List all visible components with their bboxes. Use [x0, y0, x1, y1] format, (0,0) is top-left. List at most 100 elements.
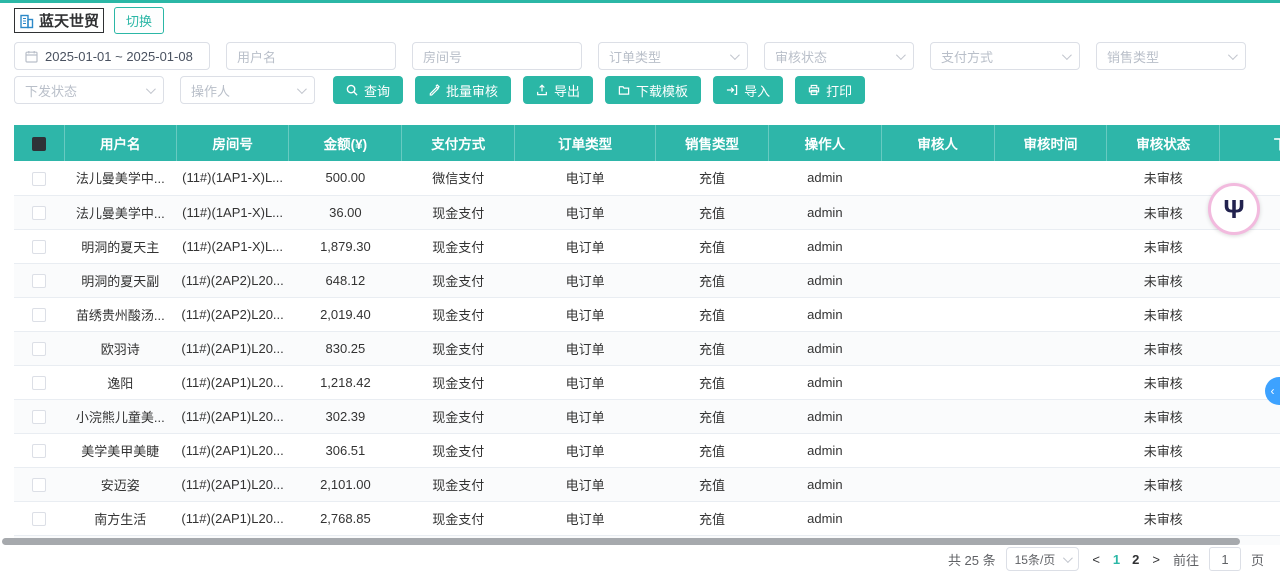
row-checkbox[interactable]: [32, 512, 46, 526]
row-checkbox[interactable]: [32, 478, 46, 492]
cell-dispatch[interactable]: 操作: [1220, 331, 1280, 365]
row-select-cell[interactable]: [14, 297, 64, 331]
row-checkbox[interactable]: [32, 342, 46, 356]
prev-page-button[interactable]: <: [1089, 552, 1103, 567]
column-header-7: 操作人: [768, 125, 881, 161]
next-page-button[interactable]: >: [1149, 552, 1163, 567]
row-select-cell[interactable]: [14, 399, 64, 433]
cell-operator: admin: [768, 399, 881, 433]
date-range-input[interactable]: 2025-01-01 ~ 2025-01-08: [14, 42, 210, 70]
print-button[interactable]: 打印: [795, 76, 865, 104]
cell-room: (11#)(2AP2)L20...: [176, 263, 289, 297]
cell-audit_time: [994, 331, 1107, 365]
operator-select[interactable]: 操作人: [180, 76, 315, 104]
switch-button[interactable]: 切换: [114, 7, 164, 34]
batch-audit-button[interactable]: 批量审核: [415, 76, 511, 104]
total-count: 共 25 条: [948, 550, 996, 569]
cell-auditor: [881, 229, 994, 263]
import-button[interactable]: 导入: [713, 76, 783, 104]
cell-order: 电订单: [515, 297, 656, 331]
table-row: 欧羽诗(11#)(2AP1)L20...830.25现金支付电订单充值admin…: [14, 331, 1280, 365]
horizontal-scrollbar[interactable]: [0, 538, 1266, 546]
edit-pen-icon: [428, 84, 440, 96]
chevron-down-icon: [896, 50, 906, 60]
cell-amount: 830.25: [289, 331, 402, 365]
cell-dispatch[interactable]: 操作: [1220, 467, 1280, 501]
row-checkbox[interactable]: [32, 274, 46, 288]
cell-operator: admin: [768, 229, 881, 263]
pagination-bar: 共 25 条 15条/页 < 12 > 前往 1 页: [948, 547, 1264, 571]
cell-pay: 现金支付: [402, 501, 515, 535]
row-select-cell[interactable]: [14, 433, 64, 467]
page-size-select[interactable]: 15条/页: [1006, 547, 1080, 571]
cell-pay: 现金支付: [402, 331, 515, 365]
cell-dispatch[interactable]: 操作: [1220, 399, 1280, 433]
table-row: 明洞的夏天副(11#)(2AP2)L20...648.12现金支付电订单充值ad…: [14, 263, 1280, 297]
cell-pay: 现金支付: [402, 365, 515, 399]
download-template-button[interactable]: 下载模板: [605, 76, 701, 104]
row-select-cell[interactable]: [14, 501, 64, 535]
cell-auditor: [881, 433, 994, 467]
sale-type-select[interactable]: 销售类型: [1096, 42, 1246, 70]
table-body: 法儿曼美学中...(11#)(1AP1-X)L...500.00微信支付电订单充…: [14, 161, 1280, 545]
select-all-checkbox[interactable]: [32, 137, 46, 151]
goto-page-input[interactable]: 1: [1209, 547, 1241, 571]
floating-logo-badge[interactable]: Ψ: [1208, 183, 1260, 235]
cell-sale: 充值: [656, 433, 769, 467]
row-checkbox[interactable]: [32, 240, 46, 254]
cell-dispatch[interactable]: 操作: [1220, 263, 1280, 297]
orders-table: 用户名房间号金额(¥)支付方式订单类型销售类型操作人审核人审核时间审核状态下发状…: [14, 125, 1280, 545]
username-input[interactable]: 用户名: [226, 42, 396, 70]
cell-status: 未审核: [1107, 433, 1220, 467]
cell-operator: admin: [768, 467, 881, 501]
pay-method-select[interactable]: 支付方式: [930, 42, 1080, 70]
logo-icon: Ψ: [1223, 194, 1244, 225]
cell-dispatch[interactable]: 操作: [1220, 433, 1280, 467]
page-size-value: 15条/页: [1015, 551, 1056, 568]
audit-status-select[interactable]: 审核状态: [764, 42, 914, 70]
row-select-cell[interactable]: [14, 229, 64, 263]
table-row: 美学美甲美睫(11#)(2AP1)L20...306.51现金支付电订单充值ad…: [14, 433, 1280, 467]
cell-amount: 2,019.40: [289, 297, 402, 331]
dispatch-status-select[interactable]: 下发状态: [14, 76, 164, 104]
cell-amount: 1,879.30: [289, 229, 402, 263]
cell-order: 电订单: [515, 365, 656, 399]
row-checkbox[interactable]: [32, 444, 46, 458]
cell-dispatch[interactable]: 操作: [1220, 297, 1280, 331]
cell-dispatch[interactable]: 操作: [1220, 501, 1280, 535]
row-checkbox[interactable]: [32, 172, 46, 186]
export-button[interactable]: 导出: [523, 76, 593, 104]
row-select-cell[interactable]: [14, 365, 64, 399]
cell-pay: 现金支付: [402, 263, 515, 297]
query-button[interactable]: 查询: [333, 76, 403, 104]
table-header-row: 用户名房间号金额(¥)支付方式订单类型销售类型操作人审核人审核时间审核状态下发状…: [14, 125, 1280, 161]
cell-auditor: [881, 331, 994, 365]
username-placeholder: 用户名: [237, 47, 276, 66]
page-number-1[interactable]: 1: [1113, 552, 1120, 567]
row-select-cell[interactable]: [14, 331, 64, 365]
filter-row-1: 2025-01-01 ~ 2025-01-08 用户名 房间号 订单类型 审核状…: [14, 42, 1246, 70]
row-checkbox[interactable]: [32, 206, 46, 220]
horizontal-scrollbar-thumb[interactable]: [2, 538, 1240, 545]
cell-room: (11#)(2AP1)L20...: [176, 399, 289, 433]
room-number-input[interactable]: 房间号: [412, 42, 582, 70]
calendar-icon: [25, 50, 38, 63]
cell-order: 电订单: [515, 263, 656, 297]
cell-audit_time: [994, 297, 1107, 331]
cell-operator: admin: [768, 297, 881, 331]
row-select-cell[interactable]: [14, 263, 64, 297]
row-select-cell[interactable]: [14, 467, 64, 501]
select-all-header[interactable]: [14, 125, 64, 161]
row-checkbox[interactable]: [32, 410, 46, 424]
company-title-box[interactable]: 蓝天世贸: [14, 8, 104, 33]
row-select-cell[interactable]: [14, 161, 64, 195]
row-checkbox[interactable]: [32, 308, 46, 322]
cell-sale: 充值: [656, 195, 769, 229]
chevron-down-icon: [297, 84, 307, 94]
row-checkbox[interactable]: [32, 376, 46, 390]
row-select-cell[interactable]: [14, 195, 64, 229]
table-row: 法儿曼美学中...(11#)(1AP1-X)L...36.00现金支付电订单充值…: [14, 195, 1280, 229]
table-row: 逸阳(11#)(2AP1)L20...1,218.42现金支付电订单充值admi…: [14, 365, 1280, 399]
order-type-select[interactable]: 订单类型: [598, 42, 748, 70]
page-number-2[interactable]: 2: [1132, 552, 1139, 567]
